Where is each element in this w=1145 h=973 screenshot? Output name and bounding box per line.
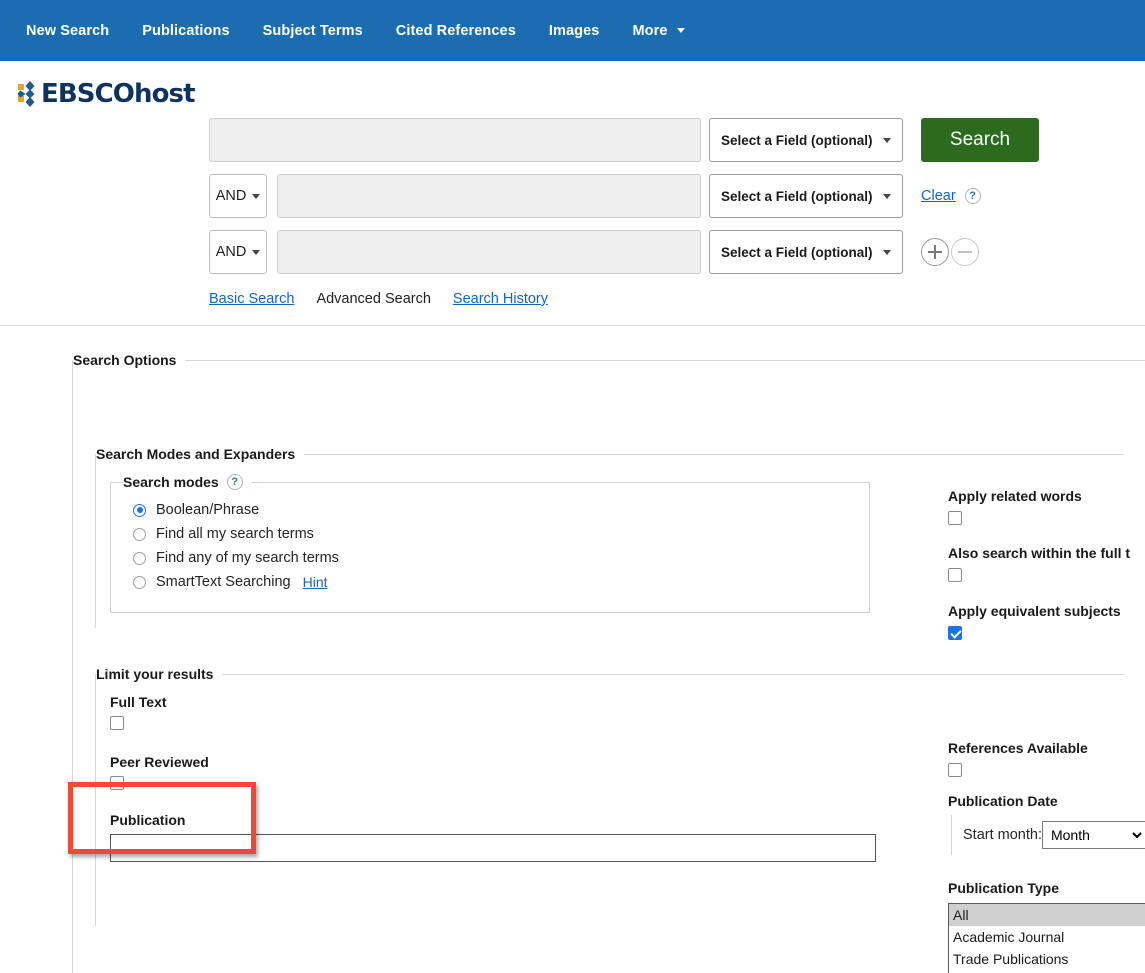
brand-row: EBSCOhost Searching: Academic Search Com… [0,61,1145,160]
boolean-operator-2-label: AND [215,188,247,204]
nav-item-images[interactable]: Images [549,23,600,39]
full-text-group: Full Text [110,694,1124,730]
chevron-down-icon [676,28,685,33]
row-controls [921,238,979,266]
boolean-operator-select-2[interactable]: AND [209,174,267,218]
apply-related-words-checkbox[interactable] [948,511,962,525]
chevron-down-icon [252,249,261,255]
search-options-legend: Search Options [73,352,177,368]
radio-smarttext-searching-label: SmartText Searching [156,574,291,590]
radio-row-smarttext[interactable]: SmartText Searching Hint [133,570,869,594]
radio-find-all-terms[interactable] [133,527,146,541]
field-select-3-label: Select a Field (optional) [721,244,873,260]
apply-equivalent-subjects-label: Apply equivalent subjects [948,603,1121,619]
also-search-full-text-label: Also search within the full t [948,545,1131,561]
advanced-search-form: Select a Field (optional) Search AND Sel… [0,118,1145,286]
nav-item-publications[interactable]: Publications [142,23,229,39]
search-row-3: AND Select a Field (optional) [0,230,1145,274]
search-modes-expanders-legend: Search Modes and Expanders [96,446,296,462]
apply-related-words-group: Apply related words [948,488,1082,525]
references-available-checkbox[interactable] [948,763,962,777]
clear-controls: Clear ? [921,188,981,204]
start-month-label: Start month: [963,827,1042,843]
search-term-input-1[interactable] [209,118,701,162]
advanced-search-link[interactable]: Advanced Search [316,291,430,307]
field-select-2-label: Select a Field (optional) [721,188,873,204]
search-modes-legend-wrap: Search modes ? [123,474,252,490]
basic-search-link[interactable]: Basic Search [209,291,294,307]
full-text-label: Full Text [110,694,167,710]
ebscohost-advanced-search-page: New Search Publications Subject Terms Ci… [0,0,1145,973]
search-modes-legend: Search modes [123,474,219,490]
apply-equivalent-subjects-checkbox[interactable] [948,626,962,640]
publication-date-fieldset: Publication Date Start month: Month [948,793,1145,855]
radio-find-any-terms[interactable] [133,551,146,565]
search-term-input-3[interactable] [277,230,701,274]
chevron-down-icon [883,249,891,255]
nav-item-more[interactable]: More [632,22,685,39]
limit-your-results-legend: Limit your results [96,666,214,682]
question-mark-icon[interactable]: ? [964,188,981,204]
publication-input[interactable] [110,834,876,862]
publication-date-legend: Publication Date [948,793,1058,809]
radio-boolean-phrase[interactable] [133,503,146,517]
search-button[interactable]: Search [921,118,1039,162]
publication-type-option-trade-publications[interactable]: Trade Publications [949,948,1145,970]
search-row-2: AND Select a Field (optional) Clear ? [0,174,1145,218]
boolean-operator-3-label: AND [215,244,247,260]
radio-boolean-phrase-label: Boolean/Phrase [156,502,260,518]
peer-reviewed-checkbox[interactable] [110,776,124,790]
publication-date-inner: Start month: Month [951,815,1145,855]
chevron-down-icon [883,137,891,143]
ebscohost-logo-text: EBSCOhost [41,79,196,109]
chevron-down-icon [252,193,261,199]
field-select-1-label: Select a Field (optional) [721,132,873,148]
radio-row-boolean-phrase[interactable]: Boolean/Phrase [133,498,869,522]
search-row-1: Select a Field (optional) Search [0,118,1145,162]
search-modes-radio-group: Boolean/Phrase Find all my search terms … [111,490,869,594]
clear-link[interactable]: Clear [921,188,956,204]
also-search-full-text-group: Also search within the full t [948,545,1130,582]
publication-type-list[interactable]: All Academic Journal Trade Publications … [948,903,1145,973]
boolean-operator-select-3[interactable]: AND [209,230,267,274]
publication-type-option-academic-journal[interactable]: Academic Journal [949,926,1145,948]
chevron-down-icon [883,193,891,199]
nav-item-new-search[interactable]: New Search [26,23,109,39]
search-term-input-2[interactable] [277,174,701,218]
apply-equivalent-subjects-group: Apply equivalent subjects [948,603,1121,640]
radio-row-find-any[interactable]: Find any of my search terms [133,546,869,570]
nav-item-subject-terms[interactable]: Subject Terms [263,23,363,39]
top-navigation-bar: New Search Publications Subject Terms Ci… [0,0,1145,61]
radio-row-find-all[interactable]: Find all my search terms [133,522,869,546]
nav-item-cited-references[interactable]: Cited References [396,23,516,39]
field-select-2[interactable]: Select a Field (optional) [709,174,903,218]
nav-item-more-label: More [632,22,668,39]
minus-icon[interactable] [951,238,979,266]
radio-smarttext-searching[interactable] [133,575,146,589]
ebsco-logo-mark-icon [18,81,35,107]
start-month-select[interactable]: Month [1041,821,1145,849]
ebscohost-logo[interactable]: EBSCOhost [18,79,196,109]
field-select-1[interactable]: Select a Field (optional) [709,118,903,162]
publication-type-option-all[interactable]: All [949,904,1145,926]
plus-icon[interactable] [921,238,949,266]
search-mode-links: Basic Search Advanced Search Search Hist… [209,291,570,307]
full-text-checkbox[interactable] [110,716,124,730]
question-mark-icon[interactable]: ? [226,474,243,490]
apply-related-words-label: Apply related words [948,488,1082,504]
radio-find-all-terms-label: Find all my search terms [156,526,314,542]
search-modes-box: Search modes ? Boolean/Phrase Find all m… [110,474,870,613]
search-modes-expanders-fieldset: Search Modes and Expanders Search modes … [95,446,1124,628]
publication-type-group: Publication Type All Academic Journal Tr… [948,880,1145,973]
also-search-full-text-checkbox[interactable] [948,568,962,582]
references-available-group: References Available [948,740,1088,777]
smarttext-hint-link[interactable]: Hint [303,574,328,590]
references-available-label: References Available [948,740,1088,756]
field-select-3[interactable]: Select a Field (optional) [709,230,903,274]
section-divider [0,325,1145,326]
search-history-link[interactable]: Search History [453,291,548,307]
publication-type-label: Publication Type [948,880,1059,896]
radio-find-any-terms-label: Find any of my search terms [156,550,339,566]
